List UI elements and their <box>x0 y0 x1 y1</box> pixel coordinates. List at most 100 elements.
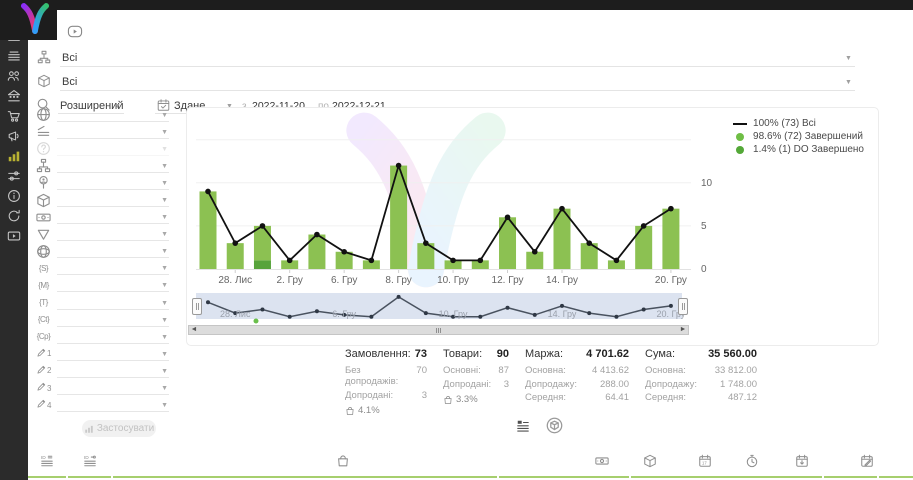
scrollbar-left-arrow-icon[interactable]: ◄ <box>189 326 199 334</box>
product-dropdown-arrow[interactable]: ▼ <box>845 79 852 86</box>
sidebar-item-cart[interactable] <box>7 109 21 123</box>
brand-v-logo-icon <box>20 2 50 36</box>
filter-row-13: {Cp} ▼ <box>36 328 169 345</box>
filter-select-11[interactable]: ▼ <box>57 296 169 310</box>
clock-icon[interactable] <box>745 454 759 468</box>
pencil-icon: 3 <box>36 381 51 395</box>
filter-select-4[interactable]: ▼ <box>57 176 169 190</box>
sidebar-item-info[interactable] <box>7 189 21 203</box>
stat-sub-value: 4 413.62 <box>592 365 629 376</box>
filter-select-0[interactable]: ▼ <box>57 108 169 122</box>
brace-token-icon: {Cp} <box>36 330 51 344</box>
calendar-icon[interactable]: 17 <box>698 454 712 468</box>
dropdown-arrow-icon: ▼ <box>161 231 168 238</box>
stat-sub-value: 70 <box>416 365 427 387</box>
status-filter-underline[interactable] <box>60 66 855 67</box>
box3d-icon[interactable] <box>643 454 657 468</box>
banknote-icon <box>36 210 51 224</box>
dropdown-arrow-icon: ▼ <box>161 282 168 289</box>
legend-label: 100% (73) Всі <box>753 118 816 129</box>
status-filter-value[interactable]: Всі <box>62 52 77 64</box>
sidebar <box>0 0 28 480</box>
y-axis-label: 0 <box>701 264 707 275</box>
filter-select-16[interactable]: ▼ <box>57 381 169 395</box>
product-box-icon <box>37 74 51 88</box>
navigator-label: 14. Гру <box>548 309 577 319</box>
filter-select-3[interactable]: ▼ <box>57 159 169 173</box>
sitemap-icon <box>36 159 51 173</box>
box-circle-toggle[interactable] <box>546 417 563 434</box>
tutorial-play-button[interactable] <box>63 24 87 39</box>
id-list-icon[interactable]: ID <box>40 454 54 468</box>
filter-row-10: {M} ▼ <box>36 277 169 294</box>
filter-select-14[interactable]: ▼ <box>57 347 169 361</box>
filter-select-7[interactable]: ▼ <box>57 227 169 241</box>
line-point <box>559 206 565 212</box>
legend-item-2[interactable]: 1.4% (1) DO Завершено <box>731 144 864 155</box>
dropdown-arrow-icon: ▼ <box>161 265 168 272</box>
stat-sub-label: Допродажу: <box>645 379 697 390</box>
product-filter-value[interactable]: Всі <box>62 76 77 88</box>
filter-row-5: ▼ <box>36 191 169 208</box>
dropdown-arrow-icon: ▼ <box>161 402 168 409</box>
x-axis-label: 12. Гру <box>492 275 524 286</box>
line-point <box>287 258 293 264</box>
x-axis-label: 6. Гру <box>331 275 357 286</box>
sidebar-item-company[interactable] <box>7 89 21 103</box>
stat-value: 35 560.00 <box>708 348 757 360</box>
status-dropdown-arrow[interactable]: ▼ <box>845 55 852 62</box>
legend-item-1[interactable]: 98.6% (72) Завершений <box>731 131 864 142</box>
sidebar-item-orders[interactable] <box>7 49 21 63</box>
table-cell-border <box>631 476 822 478</box>
sidebar-item-statistics[interactable] <box>7 149 21 163</box>
filter-select-17[interactable]: ▼ <box>57 398 169 412</box>
filter-row-3: ▼ <box>36 157 169 174</box>
x-axis-label: 8. Гру <box>385 275 411 286</box>
filter-select-15[interactable]: ▼ <box>57 364 169 378</box>
sidebar-item-marketing[interactable] <box>7 129 21 143</box>
stat-sub-value: 87 <box>498 365 509 376</box>
product-filter-underline[interactable] <box>60 90 855 91</box>
filter-select-2[interactable]: ▼ <box>57 142 169 156</box>
dropdown-arrow-icon: ▼ <box>161 317 168 324</box>
layers-icon <box>36 125 51 139</box>
list-chart-toggle[interactable] <box>516 419 530 433</box>
filter-select-13[interactable]: ▼ <box>57 330 169 344</box>
x-axis-label: 20. Гру <box>655 275 687 286</box>
filter-select-8[interactable]: ▼ <box>57 244 169 258</box>
chart-scrollbar[interactable]: ◄ ► <box>188 325 689 335</box>
filter-select-5[interactable]: ▼ <box>57 193 169 207</box>
calendar-in-icon[interactable] <box>795 454 809 468</box>
line-point <box>614 258 620 264</box>
brace-token-icon: {M} <box>36 278 51 292</box>
bag-icon[interactable] <box>336 454 350 468</box>
navigator-right-handle[interactable] <box>678 298 688 315</box>
brace-token-icon: {S} <box>36 261 51 275</box>
brand-logo[interactable] <box>0 0 57 40</box>
filter-select-6[interactable]: ▼ <box>57 210 169 224</box>
scrollbar-right-arrow-icon[interactable]: ► <box>678 326 688 334</box>
legend-item-0[interactable]: 100% (73) Всі <box>731 118 864 129</box>
upsell-bag-icon <box>443 395 453 405</box>
dropdown-arrow-icon: ▼ <box>161 146 168 153</box>
table-cell-border <box>879 476 913 478</box>
filter-select-9[interactable]: ▼ <box>57 261 169 275</box>
sidebar-item-clients[interactable] <box>7 69 21 83</box>
stat-title: Замовлення: <box>345 348 411 360</box>
navigator-left-handle[interactable] <box>192 298 202 315</box>
calendar-edit-icon[interactable] <box>860 454 874 468</box>
filter-select-1[interactable]: ▼ <box>57 125 169 139</box>
legend-label: 1.4% (1) DO Завершено <box>753 144 864 155</box>
table-cell-border <box>499 476 629 478</box>
banknote-icon[interactable] <box>595 454 609 468</box>
scrollbar-grip-icon[interactable] <box>436 328 441 333</box>
line-point <box>232 240 238 246</box>
brace-token-icon: {Ct} <box>36 313 51 327</box>
filter-select-10[interactable]: ▼ <box>57 278 169 292</box>
sidebar-item-settings[interactable] <box>7 169 21 183</box>
filter-select-12[interactable]: ▼ <box>57 313 169 327</box>
apply-button[interactable]: Застосувати <box>82 420 156 437</box>
id-offer-icon[interactable]: ID <box>83 454 97 468</box>
sidebar-item-sync[interactable] <box>7 209 21 223</box>
sidebar-item-video[interactable] <box>7 229 21 243</box>
